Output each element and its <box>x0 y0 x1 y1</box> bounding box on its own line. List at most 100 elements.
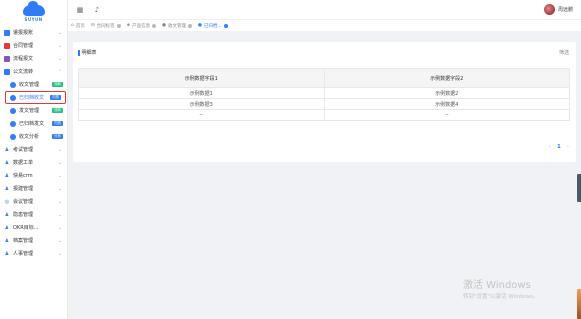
sidebar-subitem-label: 已归档收文 <box>19 95 45 101</box>
person-icon: ♟ <box>4 250 10 257</box>
next-page-button[interactable]: › <box>567 144 569 150</box>
card-title-text: 明细表 <box>81 50 97 56</box>
column-header[interactable]: 示例数据字段1 <box>78 68 325 88</box>
status-badge: 分析 <box>52 134 63 139</box>
sidebar-item-documents[interactable]: 公文流转 ⌃ <box>0 65 67 78</box>
sidebar-item-label: 遣报报账 <box>13 30 34 36</box>
side-widget-tab[interactable] <box>577 174 581 202</box>
table-header-row: 示例数据字段1 示例数据字段2 <box>78 68 570 88</box>
home-icon: ⌂ <box>71 23 74 28</box>
sidebar-subitem-label: 收文管理 <box>19 82 40 88</box>
cloud-logo-icon <box>22 0 45 16</box>
table-cell: -- <box>78 109 325 121</box>
tab-contract-tags[interactable]: ⊟ 合同标签 <box>91 23 121 29</box>
sidebar-item-label: 公文流转 <box>13 69 34 75</box>
sidebar-item-crm[interactable]: ♟ 快易crm ⌄ <box>0 169 67 182</box>
doc-icon: ● <box>162 23 167 28</box>
sidebar-item-label: 隐患管理 <box>13 212 34 218</box>
table-row[interactable]: -- -- <box>78 109 570 121</box>
table-cell: 示例数据2 <box>323 87 570 99</box>
current-page[interactable]: 1 <box>557 144 561 150</box>
sidebar-item-hr[interactable]: ♟ 人事管理 ⌄ <box>0 247 67 260</box>
sidebar-subitem-label: 发文管理 <box>19 108 40 114</box>
chevron-down-icon: ⌄ <box>57 237 63 244</box>
info-icon <box>10 133 16 140</box>
chevron-down-icon: ⌄ <box>57 146 63 153</box>
chevron-down-icon: ⌄ <box>57 185 63 192</box>
status-badge: 归档 <box>52 121 63 126</box>
watermark-title: 激活 Windows <box>463 280 531 291</box>
close-icon[interactable] <box>188 23 193 28</box>
column-header[interactable]: 示例数据字段2 <box>323 68 570 88</box>
table-cell: -- <box>323 109 570 121</box>
info-icon <box>10 120 16 127</box>
close-icon[interactable] <box>152 23 157 28</box>
tab-incoming[interactable]: ● 收文管理 <box>162 23 193 29</box>
filter-button[interactable]: 筛选 <box>559 49 569 56</box>
tag-icon: ⊟ <box>90 23 95 28</box>
doc-icon <box>4 68 10 75</box>
chevron-down-icon: ⌄ <box>57 42 63 49</box>
sidebar-subitem-outgoing[interactable]: 发文管理 流转 <box>0 104 67 117</box>
table-row[interactable]: 示例数据1 示例数据2 <box>78 87 570 99</box>
person-icon: ♟ <box>4 172 10 179</box>
sidebar-item-archives[interactable]: ♟ 档案管理 ⌄ <box>0 234 67 247</box>
doc-icon: ● <box>198 23 202 28</box>
close-icon[interactable] <box>116 23 121 28</box>
top-header: ▦ ♪ 周远鹏 <box>68 0 581 19</box>
bell-icon[interactable]: ♪ <box>93 6 101 14</box>
sidebar-item-label: 报建管理 <box>13 186 34 192</box>
chevron-down-icon: ⌄ <box>57 172 63 179</box>
sidebar-subitem-label: 已归档发文 <box>19 121 45 127</box>
sidebar-subitem-incoming[interactable]: 收文管理 流转 <box>0 78 67 91</box>
person-icon: ♟ <box>4 146 10 153</box>
sidebar-subitem-archived-incoming[interactable]: 已归档收文 归档 <box>5 91 66 104</box>
sidebar-item-reports[interactable]: 遣报报账 ⌄ <box>0 26 67 39</box>
status-badge: 流转 <box>52 108 63 113</box>
sidebar-item-hazards[interactable]: ♟ 隐患管理 ⌄ <box>0 208 67 221</box>
sidebar-item-contracts[interactable]: 合同管理 ⌄ <box>0 39 67 52</box>
tab-label: 收文管理 <box>168 23 187 29</box>
table-cell: 示例数据3 <box>78 98 325 110</box>
username[interactable]: 周远鹏 <box>558 6 573 13</box>
windows-activation-watermark: 激活 Windows 转到"设置"以激活 Windows。 <box>463 276 538 300</box>
chevron-down-icon: ⌄ <box>57 159 63 166</box>
info-icon <box>10 94 16 101</box>
table-cell: 示例数据1 <box>78 87 325 99</box>
tab-product-info[interactable]: ◈ 产品信息 <box>127 23 157 29</box>
tab-home[interactable]: ⌂ 首页 <box>71 23 85 29</box>
avatar[interactable] <box>543 4 555 15</box>
sidebar-item-meetings[interactable]: ◎ 会议管理 ⌄ <box>0 195 67 208</box>
brand-name: SUYUN <box>24 16 43 22</box>
sidebar-subitem-label: 收文分析 <box>19 134 40 140</box>
prev-page-button[interactable]: ‹ <box>549 144 551 150</box>
side-widget-thumbnail[interactable] <box>577 289 581 319</box>
watermark-subtitle: 转到"设置"以激活 Windows。 <box>463 294 539 300</box>
grid-icon[interactable]: ▦ <box>76 6 84 14</box>
sidebar-subitem-analysis[interactable]: 收文分析 分析 <box>0 130 67 143</box>
info-icon <box>10 107 16 114</box>
tab-archived-incoming[interactable]: ● 已归档... <box>198 23 228 29</box>
detail-table: 示例数据字段1 示例数据字段2 示例数据1 示例数据2 示例数据3 示例数据4 … <box>78 68 570 121</box>
sidebar-item-flow[interactable]: 流程报文 ⌄ <box>0 52 67 65</box>
title-accent-bar <box>78 49 80 56</box>
tab-label: 合同标签 <box>96 23 115 29</box>
meeting-icon: ◎ <box>4 198 10 205</box>
contract-icon <box>4 42 10 49</box>
sidebar-item-construction[interactable]: ♟ 报建管理 ⌄ <box>0 182 67 195</box>
person-icon: ♟ <box>4 211 10 218</box>
sidebar: SUYUN 遣报报账 ⌄ 合同管理 ⌄ 流程报文 ⌄ 公文流转 ⌃ 收文管理 流… <box>0 0 68 319</box>
table-row[interactable]: 示例数据3 示例数据4 <box>78 98 570 110</box>
chevron-down-icon: ⌄ <box>57 211 63 218</box>
sidebar-item-okr[interactable]: ♟ OKR目标... ⌄ <box>0 221 67 234</box>
sidebar-item-label: 档案管理 <box>13 238 34 244</box>
chevron-down-icon: ⌄ <box>57 250 63 257</box>
tab-bar: ⌂ 首页 ⊟ 合同标签 ◈ 产品信息 ● 收文管理 ● 已归档... <box>68 19 581 31</box>
close-icon[interactable] <box>223 23 228 28</box>
sidebar-item-label: 会议管理 <box>13 199 34 205</box>
sidebar-subitem-archived-outgoing[interactable]: 已归档发文 归档 <box>0 117 67 130</box>
sidebar-item-exams[interactable]: ♟ 考试管理 ⌄ <box>0 143 67 156</box>
app-logo[interactable]: SUYUN <box>0 0 67 26</box>
sidebar-item-tickets[interactable]: ♟ 数据工单 ⌄ <box>0 156 67 169</box>
status-badge: 流转 <box>52 82 63 87</box>
